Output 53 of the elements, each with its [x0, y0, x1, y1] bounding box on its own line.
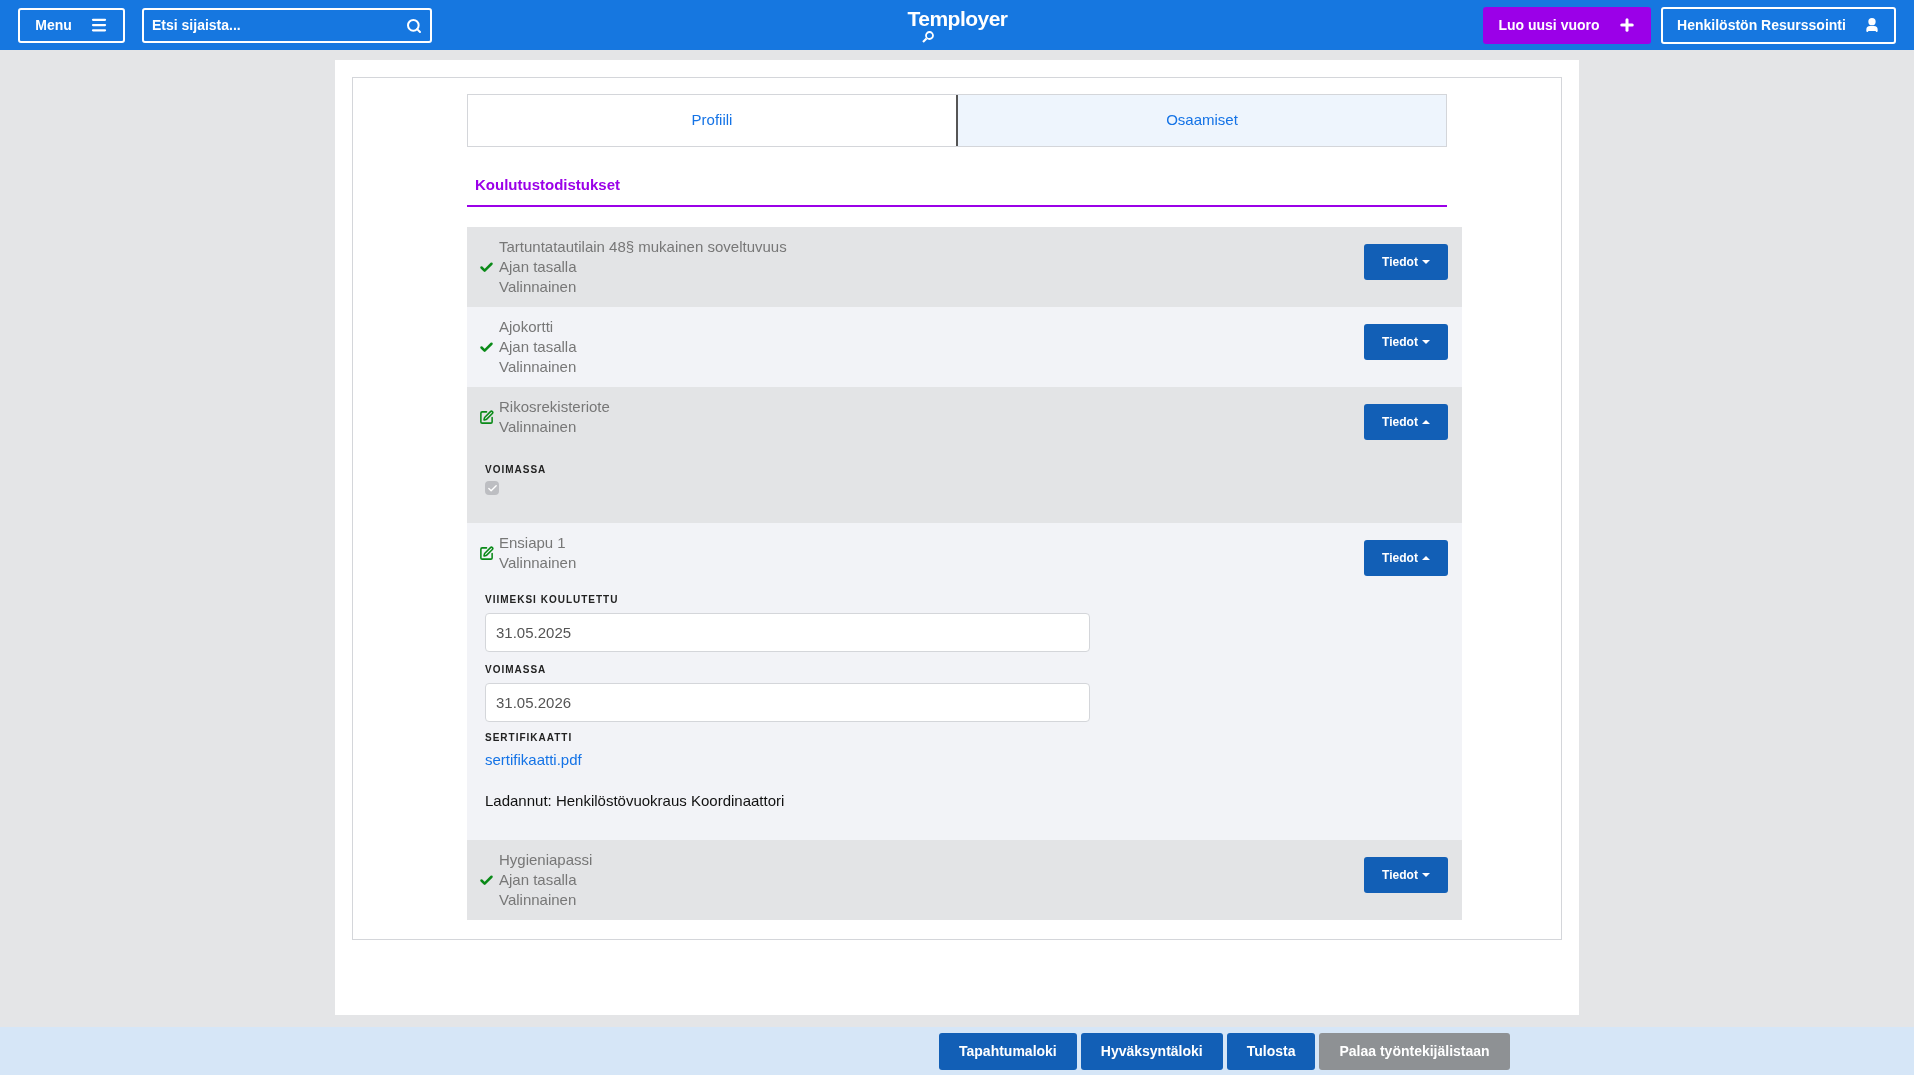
details-button[interactable]: Tiedot: [1364, 540, 1448, 576]
check-icon: [478, 259, 494, 275]
requirement-text: Valinnainen: [499, 417, 578, 437]
requirement-text: Valinnainen: [499, 277, 578, 297]
details-button[interactable]: Tiedot: [1364, 404, 1448, 440]
requirement-text: Valinnainen: [499, 357, 577, 377]
footer-button[interactable]: Hyväksyntäloki: [1080, 1032, 1223, 1070]
requirement-text: Valinnainen: [499, 553, 577, 573]
field-label: SERTIFIKAATTI: [485, 731, 574, 745]
menu-button[interactable]: Menu: [18, 7, 125, 43]
field-label: VIIMEKSI KOULUTETTU: [485, 593, 620, 607]
logo: Temployer: [907, 7, 1008, 31]
search-icon: [406, 17, 422, 34]
footer-button[interactable]: Tulosta: [1226, 1032, 1316, 1070]
caret-up-icon: [1421, 556, 1430, 560]
status-text: Ajan tasalla: [499, 257, 578, 277]
details-button[interactable]: Tiedot: [1364, 244, 1448, 280]
footer-button[interactable]: Tapahtumaloki: [939, 1032, 1077, 1070]
qualification-title: Ensiapu 1: [499, 533, 567, 553]
file-link[interactable]: sertifikaatti.pdf: [485, 749, 582, 772]
check-icon: [478, 872, 494, 888]
status-text: Ajan tasalla: [499, 870, 578, 890]
edit-icon: [478, 409, 494, 425]
section-title: Koulutustodistukset: [475, 176, 620, 193]
details-button[interactable]: Tiedot: [1364, 324, 1448, 360]
qualification-title: Tartuntatautilain 48§ mukainen soveltuvuus: [499, 237, 787, 257]
field-label: VOIMASSA: [485, 463, 548, 477]
edit-icon: [478, 545, 494, 561]
qualification-title: Ajokortti: [499, 317, 555, 337]
new-shift-button[interactable]: Luo uusi vuoro: [1483, 6, 1651, 44]
caret-down-icon: [1421, 260, 1430, 264]
caret-down-icon: [1421, 340, 1430, 344]
user-icon: [1863, 17, 1880, 33]
magnifier-icon: [921, 31, 934, 43]
user-button[interactable]: Henkilöstön Resurssointi: [1661, 6, 1896, 44]
requirement-text: Valinnainen: [499, 890, 578, 910]
date-field[interactable]: 31.05.2026: [485, 683, 1090, 722]
caret-up-icon: [1421, 420, 1430, 424]
details-button[interactable]: Tiedot: [1364, 857, 1448, 893]
uploaded-by-text: Ladannut: Henkilöstövuokraus Koordinaattori: [485, 790, 786, 811]
tab[interactable]: Osaamiset: [956, 95, 1446, 146]
footer-button[interactable]: Palaa työntekijälistaan: [1319, 1032, 1510, 1070]
menu-icon: [89, 16, 108, 34]
caret-down-icon: [1421, 873, 1430, 877]
date-field[interactable]: 31.05.2025: [485, 613, 1090, 652]
field-label: VOIMASSA: [485, 663, 548, 677]
check-icon: [478, 339, 494, 355]
qualification-title: Hygieniapassi: [499, 850, 593, 870]
checkbox[interactable]: [485, 481, 499, 495]
qualification-title: Rikosrekisteriote: [499, 397, 610, 417]
status-text: Ajan tasalla: [499, 337, 577, 357]
plus-icon: [1617, 16, 1636, 34]
search-field[interactable]: Etsi sijaista...: [142, 7, 432, 43]
